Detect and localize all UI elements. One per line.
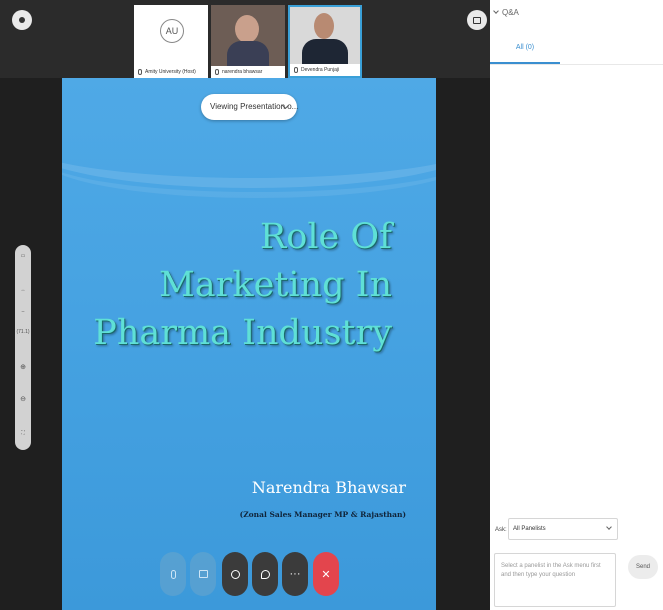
thumbnails-icon[interactable]: ▭ [15,253,31,259]
ask-recipient-value: All Panelists [513,526,546,532]
chat-icon [260,569,270,579]
tab-all-questions[interactable]: All (0) [490,34,560,64]
slide-decoration [62,118,436,198]
meeting-stage: AU Amity University (Host) narendra bhaw… [0,0,490,610]
question-input[interactable]: Select a panelist in the Ask menu first … [494,553,616,607]
zoom-level: (71.1) [16,329,30,335]
more-button[interactable]: ··· [282,552,308,596]
viewing-presentation-dropdown[interactable]: Viewing Presentation o... [201,94,298,120]
avatar: AU [160,19,184,43]
settings-icon[interactable] [12,10,32,30]
chevron-down-icon [606,524,612,530]
participant-video [235,15,259,43]
presenter-name: Narendra Bhawsar [251,478,406,497]
video-strip: AU Amity University (Host) narendra bhaw… [0,0,490,78]
tile-label: narendra bhawsar [211,66,285,78]
video-tile-host[interactable]: AU Amity University (Host) [134,5,208,78]
mic-icon [294,66,298,73]
more-icon: ··· [289,568,301,580]
video-tile-devendra[interactable]: Devendra Punjaji [288,5,362,78]
divider [490,64,663,65]
zoom-out-icon[interactable]: ⊖ [15,395,31,403]
mic-icon [138,68,142,75]
fullscreen-icon[interactable]: ⛶ [15,430,31,436]
video-tile-narendra[interactable]: narendra bhawsar [211,5,285,78]
zoom-in-icon[interactable]: ⊕ [15,363,31,371]
qa-panel: Q&A All (0) Ask: All Panelists Select a … [490,0,663,610]
chevron-down-icon [493,8,499,14]
zoom-out-small-icon[interactable]: – [15,309,31,315]
leave-button[interactable]: ✕ [313,552,339,596]
mic-icon [215,68,219,75]
meeting-window: AU Amity University (Host) narendra bhaw… [0,0,663,610]
share-icon [198,570,208,578]
mute-icon [170,569,176,579]
slide-title: Role Of Marketing In Pharma Industry [82,213,416,357]
mute-button[interactable] [160,552,186,596]
fit-width-icon[interactable]: ↔ [15,287,31,293]
qa-title: Q&A [502,8,519,17]
send-button[interactable]: Send [628,555,658,579]
participant-name: Devendra Punjaji [301,67,340,73]
layout-icon[interactable] [467,10,487,30]
participant-video [314,13,334,39]
qa-panel-header[interactable]: Q&A [493,8,519,17]
ask-label: Ask: [495,527,507,533]
ask-recipient-select[interactable]: All Panelists [508,518,618,540]
slide-title-line: Pharma Industry [93,313,392,353]
participants-icon [230,569,240,579]
slide-title-line: Role Of Marketing In [158,217,392,305]
participant-name: narendra bhawsar [222,69,263,75]
chat-button[interactable] [252,552,278,596]
presentation-slide: Role Of Marketing In Pharma Industry Nar… [62,78,436,610]
share-button[interactable] [190,552,216,596]
presenter-role: (Zonal Sales Manager MP & Rajasthan) [239,510,406,519]
tile-label: Amity University (Host) [134,66,208,78]
participant-name: Amity University (Host) [145,69,196,75]
participants-button[interactable] [222,552,248,596]
leave-icon: ✕ [321,568,331,581]
tile-label: Devendra Punjaji [290,64,360,76]
zoom-toolbar: ▭ ↔ – (71.1) ⊕ ⊖ ⛶ [15,245,31,450]
